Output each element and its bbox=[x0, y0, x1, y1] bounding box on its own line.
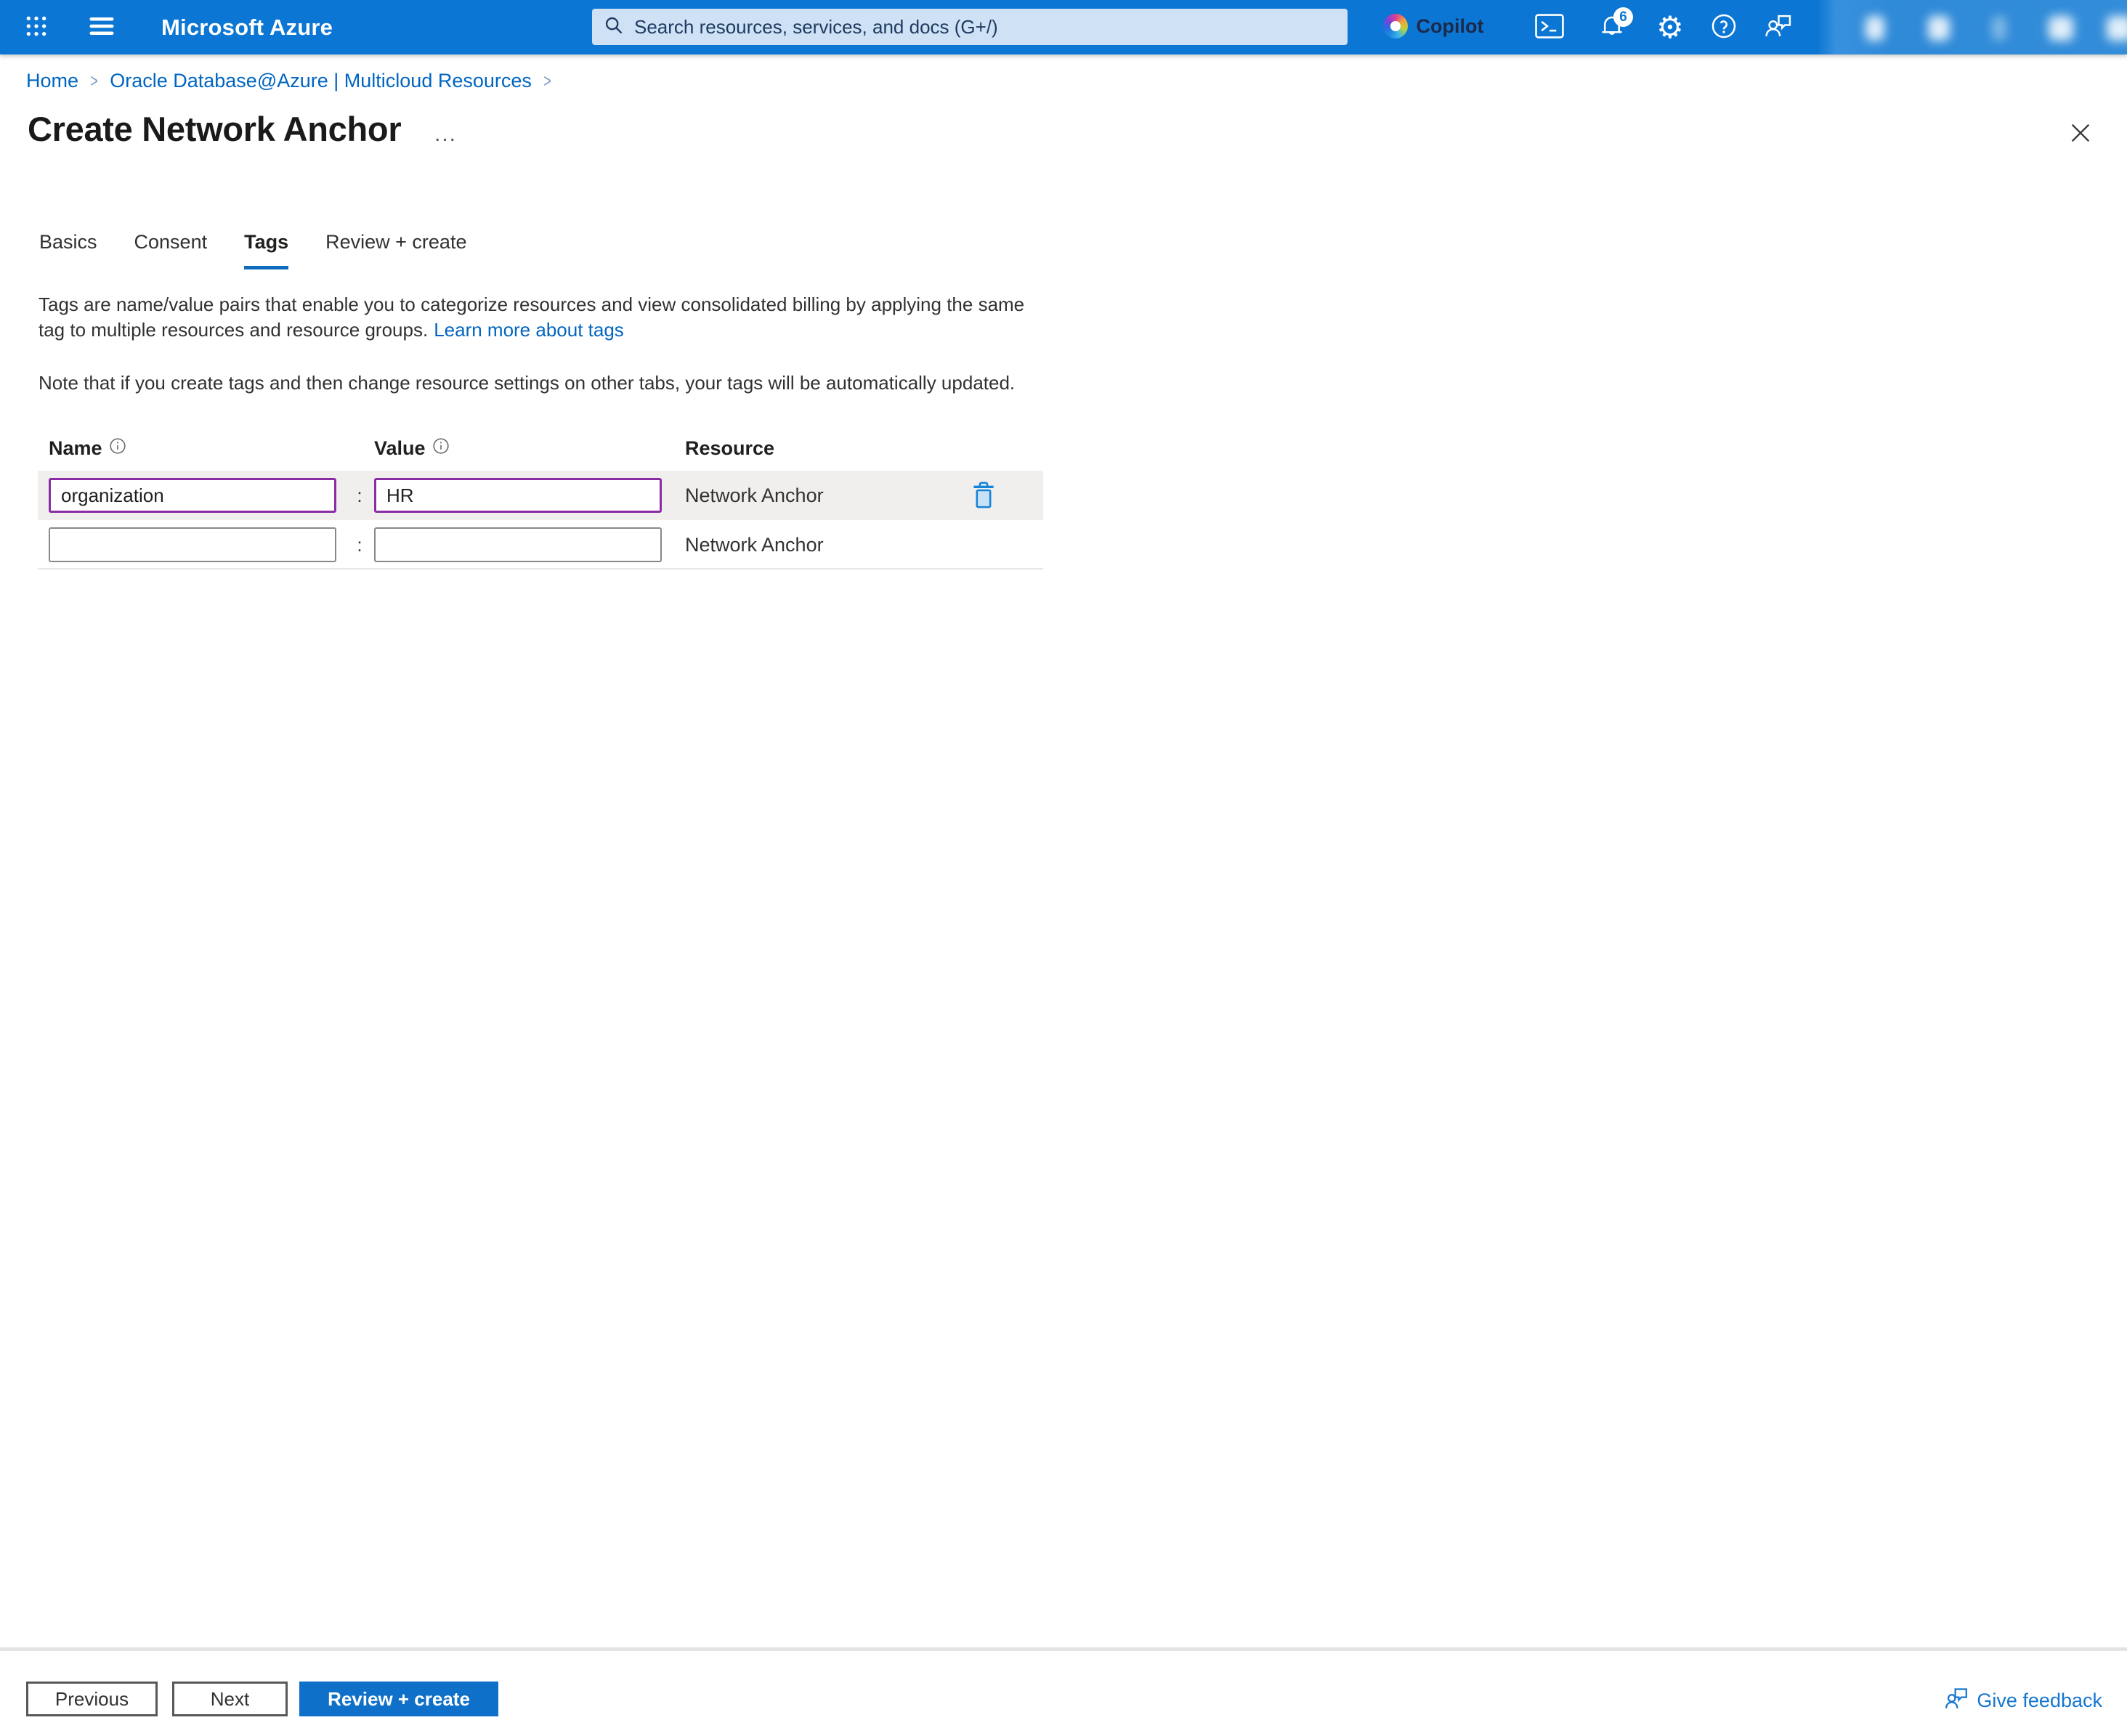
more-options-button[interactable]: ... bbox=[434, 122, 457, 147]
info-icon[interactable] bbox=[432, 437, 450, 460]
column-header-value: Value bbox=[374, 437, 450, 460]
page-title: Create Network Anchor bbox=[28, 109, 401, 149]
tags-table: Name Value bbox=[38, 433, 1043, 569]
cloud-shell-icon bbox=[1535, 14, 1564, 41]
next-button[interactable]: Next bbox=[172, 1682, 288, 1716]
tag-name-input-1[interactable] bbox=[49, 478, 336, 513]
column-label-value: Value bbox=[374, 437, 426, 460]
gear-icon: ⚙ bbox=[1656, 0, 1684, 54]
redacted-account-area bbox=[1818, 0, 2127, 54]
trash-icon bbox=[971, 481, 996, 512]
tag-resource-1: Network Anchor bbox=[685, 471, 824, 520]
search-icon bbox=[604, 15, 624, 39]
notification-badge: 6 bbox=[1613, 7, 1633, 27]
chevron-right-icon: > bbox=[90, 70, 98, 92]
tags-note: Note that if you create tags and then ch… bbox=[39, 370, 1092, 396]
wizard-footer: Previous Next Review + create Give feedb… bbox=[0, 1647, 2127, 1736]
hamburger-icon bbox=[89, 15, 115, 39]
chevron-right-icon: > bbox=[543, 70, 551, 92]
column-header-name: Name bbox=[49, 437, 126, 460]
tag-row-2: : Network Anchor bbox=[38, 520, 1043, 569]
person-feedback-icon bbox=[1763, 13, 1792, 41]
tag-value-input-1[interactable] bbox=[374, 478, 662, 513]
tag-name-input-2[interactable] bbox=[49, 527, 336, 562]
review-create-button[interactable]: Review + create bbox=[299, 1682, 498, 1716]
tab-tags[interactable]: Tags bbox=[244, 231, 288, 269]
colon-separator: : bbox=[352, 471, 368, 520]
notifications-button[interactable]: 6 bbox=[1589, 0, 1634, 54]
wizard-tabs: Basics Consent Tags Review + create bbox=[39, 231, 466, 269]
global-search[interactable] bbox=[592, 9, 1348, 45]
feedback-person-icon bbox=[1943, 1686, 1969, 1716]
learn-more-link[interactable]: Learn more about tags bbox=[434, 319, 624, 341]
give-feedback-label: Give feedback bbox=[1977, 1690, 2102, 1712]
cloud-shell-button[interactable] bbox=[1527, 0, 1572, 54]
tab-consent[interactable]: Consent bbox=[134, 231, 208, 269]
search-input[interactable] bbox=[634, 16, 1336, 38]
delete-tag-button[interactable] bbox=[966, 479, 1001, 513]
hamburger-menu-button[interactable] bbox=[81, 0, 122, 54]
tags-description: Tags are name/value pairs that enable yo… bbox=[39, 292, 1056, 343]
copilot-button[interactable]: Copilot bbox=[1369, 7, 1498, 46]
close-blade-button[interactable] bbox=[2065, 118, 2096, 150]
tag-row-1: : Network Anchor bbox=[38, 471, 1043, 520]
azure-portal-page: Microsoft Azure Copilot bbox=[0, 0, 2127, 1736]
tab-basics[interactable]: Basics bbox=[39, 231, 97, 269]
help-button[interactable] bbox=[1701, 0, 1746, 54]
give-feedback-link[interactable]: Give feedback bbox=[1943, 1686, 2102, 1716]
tab-review-create[interactable]: Review + create bbox=[325, 231, 466, 269]
column-header-resource: Resource bbox=[685, 437, 774, 460]
breadcrumb-oracle-multicloud[interactable]: Oracle Database@Azure | Multicloud Resou… bbox=[110, 70, 532, 92]
colon-separator: : bbox=[352, 520, 368, 569]
copilot-icon bbox=[1383, 14, 1408, 38]
top-bar: Microsoft Azure Copilot bbox=[0, 0, 2127, 54]
tag-value-input-2[interactable] bbox=[374, 527, 662, 562]
tags-table-header: Name Value bbox=[38, 433, 1043, 471]
close-icon bbox=[2068, 121, 2093, 147]
breadcrumb-home[interactable]: Home bbox=[26, 70, 78, 92]
settings-button[interactable]: ⚙ bbox=[1648, 0, 1693, 54]
feedback-button[interactable] bbox=[1755, 0, 1800, 54]
column-label-resource: Resource bbox=[685, 437, 774, 460]
app-launcher-button[interactable] bbox=[16, 0, 57, 54]
waffle-icon bbox=[25, 15, 48, 40]
breadcrumb: Home > Oracle Database@Azure | Multiclou… bbox=[26, 70, 553, 92]
tag-resource-2: Network Anchor bbox=[685, 520, 824, 569]
column-label-name: Name bbox=[49, 437, 102, 460]
help-icon bbox=[1711, 13, 1737, 41]
previous-button[interactable]: Previous bbox=[26, 1682, 158, 1716]
info-icon[interactable] bbox=[109, 437, 126, 460]
copilot-label: Copilot bbox=[1417, 15, 1484, 38]
brand-title[interactable]: Microsoft Azure bbox=[161, 0, 333, 54]
